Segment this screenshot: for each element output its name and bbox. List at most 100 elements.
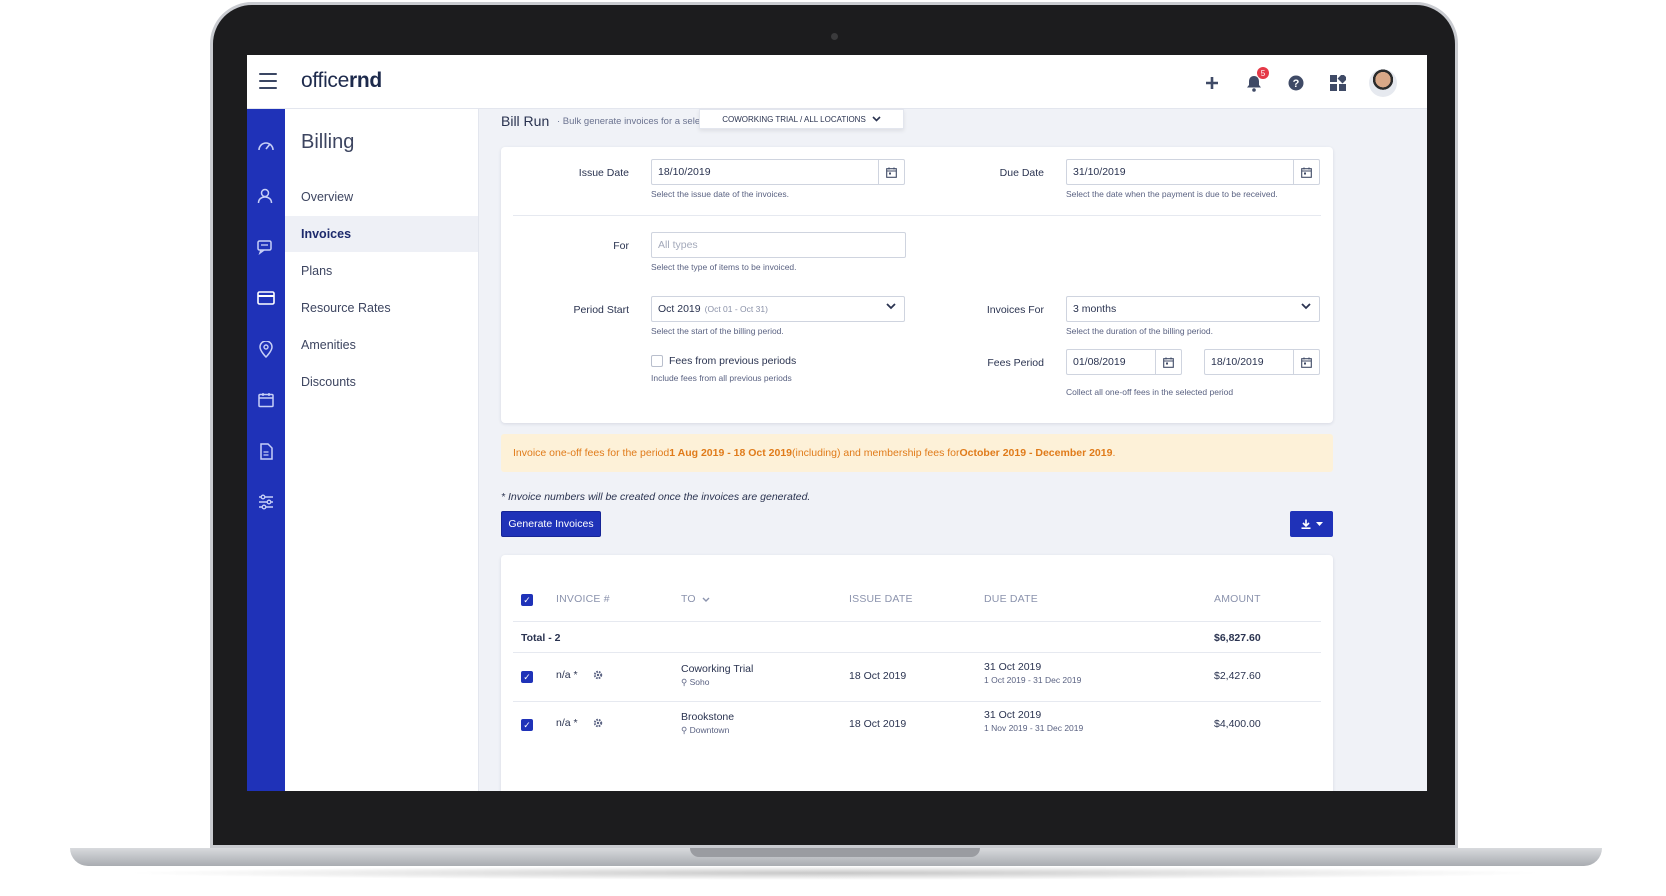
row-issue-date: 18 Oct 2019	[849, 670, 907, 682]
app-logo[interactable]: officernd	[301, 69, 382, 93]
notice-part3: .	[1112, 447, 1116, 459]
col-to[interactable]: TO	[681, 593, 710, 605]
row-recipient-location: ⚲ Soho	[681, 677, 753, 688]
row-checkbox[interactable]: ✓	[521, 719, 533, 731]
row-location-text: Soho	[689, 677, 710, 687]
chevron-down-icon	[1301, 302, 1311, 313]
period-start-label: Period Start	[573, 304, 629, 316]
generate-invoices-button[interactable]: Generate Invoices	[501, 511, 601, 537]
for-field[interactable]: All types	[651, 232, 906, 258]
invoices-for-value: 3 months	[1073, 303, 1117, 315]
row-divider	[513, 652, 1321, 653]
members-icon[interactable]	[256, 186, 276, 206]
row-checkbox[interactable]: ✓	[521, 671, 533, 683]
col-issue-date[interactable]: ISSUE DATE	[849, 593, 913, 605]
calendar-icon[interactable]	[256, 390, 276, 410]
subnav-item-resource-rates[interactable]: Resource Rates	[285, 290, 478, 326]
select-all-checkbox[interactable]: ✓	[521, 594, 533, 606]
invoices-for-select[interactable]: 3 months	[1066, 296, 1320, 322]
row-due-date-value: 31 Oct 2019	[984, 661, 1042, 673]
document-icon[interactable]	[256, 441, 276, 461]
subnav-item-invoices[interactable]: Invoices	[285, 216, 478, 252]
period-start-select[interactable]: Oct 2019 (Oct 01 - Oct 31)	[651, 296, 905, 322]
bill-run-form: Issue Date 18/10/2019 Select the issue d…	[501, 147, 1333, 423]
calendar-icon[interactable]	[1293, 160, 1319, 184]
location-pin-icon: ⚲	[681, 677, 688, 687]
export-button[interactable]	[1290, 511, 1333, 537]
due-date-help: Select the date when the payment is due …	[1066, 189, 1278, 199]
calendar-icon[interactable]	[1293, 350, 1319, 374]
row-amount: $2,427.60	[1214, 670, 1261, 682]
bell-icon[interactable]: 5	[1243, 67, 1269, 94]
top-bar: officernd 5 ?	[247, 55, 1427, 109]
row-recipient-name: Coworking Trial	[681, 663, 754, 675]
issue-date-label: Issue Date	[578, 167, 629, 179]
period-start-range: (Oct 01 - Oct 31)	[704, 304, 768, 314]
svg-text:?: ?	[1293, 78, 1300, 90]
notice-membership: October 2019 - December 2019	[959, 447, 1113, 459]
calendar-icon[interactable]	[878, 160, 904, 184]
row-invoice-number: n/a *	[556, 669, 578, 681]
row-billing-period: 1 Nov 2019 - 31 Dec 2019	[984, 723, 1084, 733]
notice-part2: (including) and membership fees for	[792, 447, 960, 459]
row-recipient-location: ⚲ Downtown	[681, 725, 734, 736]
logo-text: officernd	[301, 69, 382, 92]
row-due-date: 31 Oct 2019 1 Nov 2019 - 31 Dec 2019	[984, 709, 1083, 733]
for-label: For	[613, 240, 629, 252]
subnav-item-plans[interactable]: Plans	[285, 253, 478, 289]
subnav-item-overview[interactable]: Overview	[285, 179, 478, 215]
settings-sliders-icon[interactable]	[256, 492, 276, 512]
fees-period-help: Collect all one-off fees in the selected…	[1066, 387, 1234, 397]
form-divider	[513, 215, 1321, 216]
row-divider	[513, 701, 1321, 702]
camera-dot	[831, 33, 838, 40]
for-placeholder: All types	[658, 239, 698, 251]
location-pin-icon: ⚲	[681, 725, 688, 735]
chat-icon[interactable]	[256, 237, 276, 257]
fees-period-from-field[interactable]: 01/08/2019	[1066, 349, 1182, 375]
app-screen: officernd 5 ? Billing Overview Invoices …	[247, 55, 1427, 791]
issue-date-field[interactable]: 18/10/2019	[651, 159, 905, 185]
subnav-item-amenities[interactable]: Amenities	[285, 327, 478, 363]
subnav-item-discounts[interactable]: Discounts	[285, 364, 478, 400]
row-billing-period: 1 Oct 2019 - 31 Dec 2019	[984, 675, 1082, 685]
total-amount: $6,827.60	[1214, 632, 1261, 644]
row-amount: $4,400.00	[1214, 718, 1261, 730]
row-recipient[interactable]: Coworking Trial ⚲ Soho	[681, 663, 753, 688]
row-divider	[513, 621, 1321, 622]
billing-icon[interactable]	[256, 288, 276, 308]
user-avatar[interactable]	[1369, 69, 1397, 97]
col-due-date[interactable]: DUE DATE	[984, 593, 1038, 605]
fees-previous-help: Include fees from all previous periods	[651, 373, 792, 383]
top-actions: 5 ?	[1201, 67, 1397, 97]
due-date-field[interactable]: 31/10/2019	[1066, 159, 1320, 185]
notification-badge: 5	[1257, 67, 1269, 79]
due-date-value: 31/10/2019	[1073, 166, 1126, 178]
row-recipient[interactable]: Brookstone ⚲ Downtown	[681, 711, 734, 736]
location-selector[interactable]: COWORKING TRIAL / ALL LOCATIONS	[699, 109, 904, 129]
page-subtitle: · Bulk generate invoices for a selec	[557, 116, 705, 127]
period-start-help: Select the start of the billing period.	[651, 326, 784, 336]
apps-icon[interactable]	[1327, 72, 1349, 94]
row-invoice-number: n/a *	[556, 717, 578, 729]
fees-previous-checkbox[interactable]	[651, 355, 663, 367]
plus-icon[interactable]	[1201, 72, 1223, 94]
gear-icon[interactable]	[593, 718, 603, 731]
issue-date-help: Select the issue date of the invoices.	[651, 189, 789, 199]
row-due-date: 31 Oct 2019 1 Oct 2019 - 31 Dec 2019	[984, 661, 1081, 685]
row-due-date-value: 31 Oct 2019	[984, 709, 1042, 721]
calendar-icon[interactable]	[1155, 350, 1181, 374]
invoices-for-help: Select the duration of the billing perio…	[1066, 326, 1213, 336]
location-icon[interactable]	[256, 339, 276, 359]
hamburger-menu-icon[interactable]	[259, 73, 277, 89]
invoices-for-label: Invoices For	[986, 304, 1044, 316]
col-invoice-number[interactable]: INVOICE #	[556, 593, 610, 605]
dashboard-icon[interactable]	[256, 135, 276, 155]
gear-icon[interactable]	[593, 670, 603, 683]
col-amount[interactable]: AMOUNT	[1214, 593, 1261, 605]
help-icon[interactable]: ?	[1285, 72, 1307, 94]
fees-period-to-field[interactable]: 18/10/2019	[1204, 349, 1320, 375]
laptop-notch	[690, 848, 980, 857]
laptop-shadow	[120, 866, 1550, 880]
icon-sidebar	[247, 109, 285, 791]
